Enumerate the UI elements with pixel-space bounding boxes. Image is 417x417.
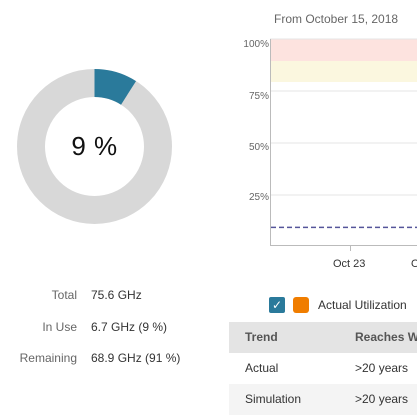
stat-row-total: Total 75.6 GHz — [0, 288, 230, 308]
stat-row-in-use: In Use 6.7 GHz (9 %) — [0, 320, 230, 340]
trend-table: Trend Reaches W Actual >20 years Simulat… — [229, 322, 417, 415]
stat-value-remaining: 68.9 GHz (91 %) — [91, 351, 181, 365]
chart-from-date: From October 15, 2018 — [274, 12, 399, 26]
x-tick-oct-23: Oct 23 — [333, 258, 366, 270]
legend-checkbox[interactable]: ✓ — [269, 297, 285, 313]
stat-row-remaining: Remaining 68.9 GHz (91 %) — [0, 351, 230, 371]
legend-label-actual: Actual Utilization — [318, 298, 407, 312]
stat-label-remaining: Remaining — [19, 351, 77, 365]
stat-value-total: 75.6 GHz — [91, 288, 142, 302]
table-row: Simulation >20 years — [229, 384, 417, 415]
warning-band — [270, 61, 417, 82]
check-icon: ✓ — [271, 298, 283, 312]
y-tick-100: 100% — [243, 39, 269, 50]
donut-percent-label: 9 % — [71, 131, 118, 161]
reaches-cell: >20 years — [355, 392, 409, 406]
stat-label-in-use: In Use — [42, 320, 77, 334]
trend-name-cell: Simulation — [245, 392, 302, 406]
trend-name-cell: Actual — [245, 361, 279, 375]
stat-value-in-use: 6.7 GHz (9 %) — [91, 320, 168, 334]
y-tick-50: 50% — [248, 142, 269, 153]
column-header-reaches[interactable]: Reaches W — [355, 330, 417, 344]
y-tick-25: 25% — [248, 192, 269, 203]
y-tick-75: 75% — [248, 91, 269, 102]
x-tick-next: O — [411, 258, 417, 270]
column-header-trend[interactable]: Trend — [245, 330, 278, 344]
table-row: Actual >20 years — [229, 353, 417, 384]
table-header: Trend Reaches W — [229, 322, 417, 353]
reaches-cell: >20 years — [355, 361, 409, 375]
utilization-chart: 100% 75% 50% 25% Oct 23 O — [238, 30, 417, 280]
critical-band — [270, 39, 417, 61]
stat-label-total: Total — [51, 288, 77, 302]
legend-swatch-actual[interactable] — [293, 297, 309, 313]
chart-svg — [270, 38, 417, 251]
